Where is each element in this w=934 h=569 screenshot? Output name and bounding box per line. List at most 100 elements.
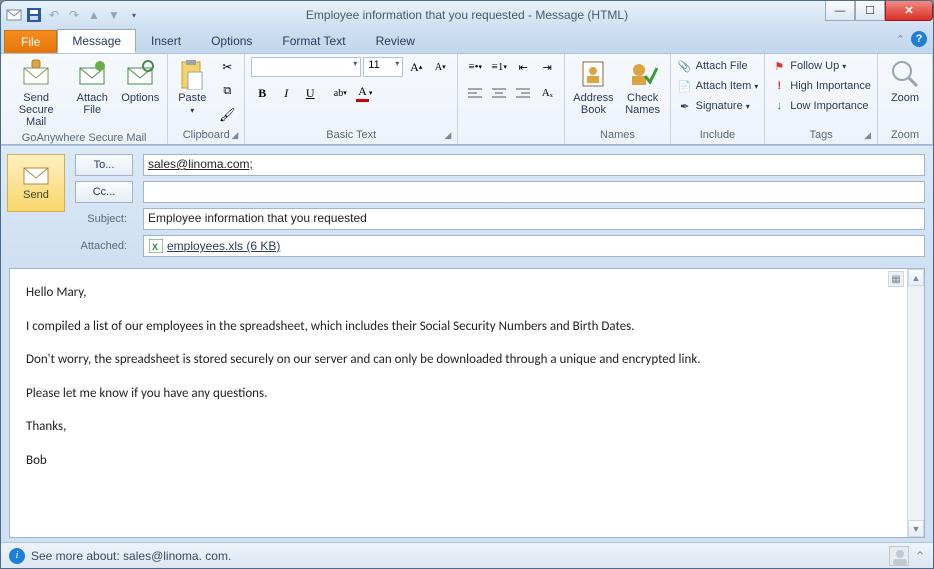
magnifier-icon bbox=[889, 58, 921, 90]
envelope-gear-icon bbox=[124, 58, 156, 90]
increase-indent-button[interactable]: ⇥ bbox=[536, 56, 558, 78]
to-field[interactable]: sales@linoma.com; bbox=[143, 154, 925, 176]
font-size-selector[interactable]: 11▾ bbox=[363, 57, 403, 77]
attached-field[interactable]: X employees.xls (6 KB) bbox=[143, 235, 925, 257]
tab-file[interactable]: File bbox=[4, 30, 57, 53]
qat-redo-icon[interactable]: ↷ bbox=[65, 6, 83, 24]
tags-dialog-launcher[interactable]: ◢ bbox=[864, 130, 871, 141]
low-importance-icon: ↓ bbox=[771, 98, 787, 114]
attach-file-button[interactable]: 📎Attach File bbox=[677, 56, 759, 76]
group-zoom: Zoom Zoom bbox=[878, 54, 933, 144]
basic-text-dialog-launcher[interactable]: ◢ bbox=[444, 130, 451, 141]
paste-button[interactable]: Paste▾ bbox=[174, 56, 210, 119]
envelope-send-icon bbox=[22, 166, 50, 186]
bold-button[interactable]: B bbox=[251, 82, 273, 104]
align-left-button[interactable] bbox=[464, 82, 486, 104]
minimize-ribbon-icon[interactable]: ⌃ bbox=[896, 33, 905, 46]
titlebar: ↶ ↷ ▲ ▼ ▾ Employee information that you … bbox=[1, 1, 933, 29]
high-importance-button[interactable]: !High Importance bbox=[771, 76, 871, 96]
ribbon-tabs: File Message Insert Options Format Text … bbox=[1, 29, 933, 53]
app-icon bbox=[5, 6, 23, 24]
help-icon[interactable]: ? bbox=[911, 31, 927, 47]
group-label-basic-text: Basic Text bbox=[326, 129, 376, 141]
cc-field[interactable] bbox=[143, 181, 925, 203]
maximize-button[interactable]: ☐ bbox=[855, 1, 885, 21]
expand-people-pane[interactable]: ⌃ bbox=[915, 549, 925, 563]
address-book-icon bbox=[577, 58, 609, 90]
scroll-down-icon[interactable]: ▼ bbox=[908, 520, 924, 537]
tab-options[interactable]: Options bbox=[196, 29, 267, 53]
high-importance-icon: ! bbox=[771, 78, 787, 94]
format-painter-button[interactable]: 🖌 bbox=[216, 104, 238, 126]
font-color-button[interactable]: A▾ bbox=[353, 82, 375, 104]
group-names: Address Book Check Names Names bbox=[565, 54, 670, 144]
group-basic-text: ▾ 11▾ A▴ A▾ B I U ab▾ A▾ Basic Text ◢ bbox=[245, 54, 458, 144]
highlight-button[interactable]: ab▾ bbox=[329, 82, 351, 104]
tab-review[interactable]: Review bbox=[361, 29, 430, 53]
tab-format-text[interactable]: Format Text bbox=[267, 29, 360, 53]
zoom-button[interactable]: Zoom bbox=[884, 56, 926, 106]
message-body[interactable]: Hello Mary, I compiled a list of our emp… bbox=[10, 269, 907, 537]
cut-button[interactable]: ✂ bbox=[216, 56, 238, 78]
tab-insert[interactable]: Insert bbox=[136, 29, 196, 53]
group-label-include: Include bbox=[677, 127, 759, 144]
secure-options-button[interactable]: Options bbox=[119, 56, 161, 106]
group-goanywhere: Send Secure Mail Attach File Options GoA… bbox=[1, 54, 168, 144]
status-bar: i See more about: sales@linoma. com. ⌃ bbox=[1, 542, 933, 568]
align-center-button[interactable] bbox=[488, 82, 510, 104]
italic-button[interactable]: I bbox=[275, 82, 297, 104]
signature-button[interactable]: ✒Signature ▾ bbox=[677, 96, 759, 116]
address-book-button[interactable]: Address Book bbox=[571, 56, 615, 118]
ruler-toggle-icon[interactable]: ▦ bbox=[888, 271, 904, 287]
lock-envelope-icon bbox=[20, 58, 52, 90]
contact-avatar-icon[interactable] bbox=[889, 546, 909, 566]
attach-item-icon: 📄 bbox=[677, 78, 693, 94]
low-importance-button[interactable]: ↓Low Importance bbox=[771, 96, 871, 116]
grow-font-button[interactable]: A▴ bbox=[405, 56, 427, 78]
minimize-button[interactable]: — bbox=[825, 1, 855, 21]
qat-save-icon[interactable] bbox=[25, 6, 43, 24]
flag-icon: ⚑ bbox=[771, 58, 787, 74]
subject-field[interactable]: Employee information that you requested bbox=[143, 208, 925, 230]
qat-undo-icon[interactable]: ↶ bbox=[45, 6, 63, 24]
to-button[interactable]: To... bbox=[75, 154, 133, 176]
scroll-up-icon[interactable]: ▲ bbox=[908, 269, 924, 286]
compose-header: Send To... sales@linoma.com; Cc... Subje… bbox=[1, 145, 933, 264]
align-right-button[interactable] bbox=[512, 82, 534, 104]
clear-formatting-button[interactable]: Aₓ bbox=[536, 82, 558, 104]
qat-prev-icon[interactable]: ▲ bbox=[85, 6, 103, 24]
font-family-selector[interactable]: ▾ bbox=[251, 57, 361, 77]
numbering-button[interactable]: ≡1▾ bbox=[488, 56, 510, 78]
tab-message[interactable]: Message bbox=[57, 29, 136, 53]
follow-up-button[interactable]: ⚑Follow Up ▾ bbox=[771, 56, 871, 76]
signature-icon: ✒ bbox=[677, 98, 693, 114]
clipboard-dialog-launcher[interactable]: ◢ bbox=[231, 130, 238, 141]
scroll-track[interactable] bbox=[908, 286, 924, 520]
shrink-font-button[interactable]: A▾ bbox=[429, 56, 451, 78]
check-names-button[interactable]: Check Names bbox=[622, 56, 664, 118]
cc-button[interactable]: Cc... bbox=[75, 181, 133, 203]
brush-icon: 🖌 bbox=[219, 107, 236, 123]
vertical-scrollbar[interactable]: ▲ ▼ bbox=[907, 269, 924, 537]
attach-item-button[interactable]: 📄Attach Item ▾ bbox=[677, 76, 759, 96]
send-button[interactable]: Send bbox=[7, 154, 65, 212]
body-line: Don't worry, the spreadsheet is stored s… bbox=[26, 350, 891, 370]
bullets-button[interactable]: ≡•▾ bbox=[464, 56, 486, 78]
attach-file-secure-button[interactable]: Attach File bbox=[71, 56, 113, 118]
group-paragraph: ≡•▾ ≡1▾ ⇤ ⇥ Aₓ bbox=[458, 54, 565, 144]
decrease-indent-button[interactable]: ⇤ bbox=[512, 56, 534, 78]
qat-next-icon[interactable]: ▼ bbox=[105, 6, 123, 24]
clipboard-icon bbox=[176, 58, 208, 90]
copy-button[interactable]: ⧉ bbox=[216, 80, 238, 102]
excel-icon: X bbox=[148, 238, 164, 254]
send-secure-mail-button[interactable]: Send Secure Mail bbox=[7, 56, 65, 130]
close-button[interactable]: ✕ bbox=[885, 1, 933, 21]
group-label-clipboard: Clipboard bbox=[183, 129, 230, 141]
message-body-wrapper: Hello Mary, I compiled a list of our emp… bbox=[9, 268, 925, 538]
window-controls: — ☐ ✕ bbox=[825, 1, 933, 21]
svg-text:X: X bbox=[152, 242, 158, 252]
underline-button[interactable]: U bbox=[299, 82, 321, 104]
qat-customize-icon[interactable]: ▾ bbox=[125, 6, 143, 24]
subject-label: Subject: bbox=[75, 213, 133, 225]
attachment-chip[interactable]: X employees.xls (6 KB) bbox=[148, 238, 280, 254]
